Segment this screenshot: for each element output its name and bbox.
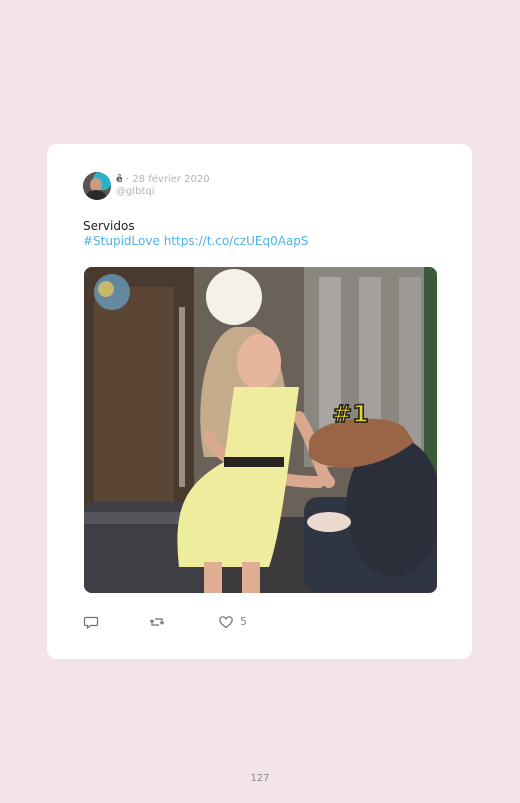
display-name[interactable]: ê	[116, 174, 123, 185]
hashtag-link[interactable]: #StupidLove	[83, 234, 160, 248]
tweet-media-gif[interactable]: #1	[84, 267, 437, 593]
like-button[interactable]: 5	[218, 614, 247, 630]
retweet-button[interactable]	[149, 614, 165, 630]
tweet-date[interactable]: · 28 février 2020	[126, 174, 210, 185]
reply-button[interactable]	[83, 614, 99, 630]
avatar[interactable]	[83, 172, 111, 200]
media-badge-text: #1	[332, 400, 369, 428]
user-handle[interactable]: @glbtqi	[116, 186, 155, 198]
tweet-header: ê · 28 février 2020	[116, 174, 210, 186]
page-number: 127	[250, 773, 270, 784]
tweet-links: #StupidLove https://t.co/czUEq0AapS	[83, 234, 309, 249]
tweet-card: ê · 28 février 2020 @glbtqi Servidos #St…	[47, 144, 472, 659]
heart-icon	[219, 616, 233, 629]
url-link[interactable]: https://t.co/czUEq0AapS	[164, 234, 309, 248]
like-count: 5	[240, 615, 247, 628]
media-illustration: #1	[84, 267, 437, 593]
retweet-icon	[149, 618, 165, 626]
tweet-text: Servidos	[83, 219, 135, 233]
reply-icon	[83, 616, 99, 630]
